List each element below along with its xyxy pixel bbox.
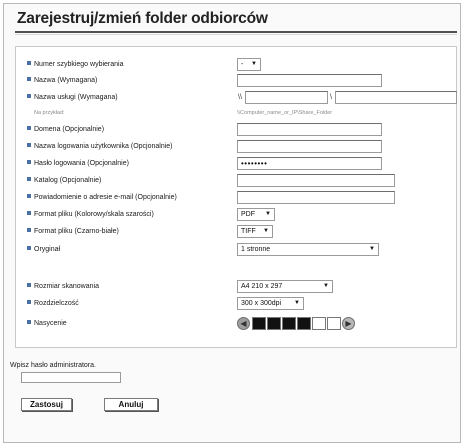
speed-dial-label: Numer szybkiego wybierania (27, 61, 123, 68)
saturation-increase-icon[interactable]: ▶ (342, 317, 355, 330)
bullet-icon (27, 77, 31, 81)
bullet-icon (27, 228, 31, 232)
scan-size-value: A4 210 x 297 (241, 283, 283, 290)
saturation-level-box[interactable] (327, 317, 341, 330)
directory-label: Katalog (Opcjonalnie) (27, 177, 101, 184)
row-speed-dial: Numer szybkiego wybierania - ▼ (16, 58, 456, 72)
bullet-icon (27, 300, 31, 304)
bullet-icon (27, 94, 31, 98)
name-input[interactable] (237, 74, 382, 87)
bullet-icon (27, 283, 31, 287)
name-label: Nazwa (Wymagana) (27, 77, 97, 84)
service-share-input[interactable] (335, 91, 457, 104)
service-host-input[interactable] (245, 91, 328, 104)
resolution-label: Rozdzielczość (27, 300, 79, 307)
domain-label: Domena (Opcjonalnie) (27, 126, 104, 133)
row-login-user: Nazwa logowania użytkownika (Opcjonalnie… (16, 140, 456, 154)
apply-button[interactable]: Zastosuj (21, 398, 72, 411)
example-value: \\Computer_name_or_IP\Share_Folder (237, 110, 333, 116)
speed-dial-select[interactable]: - ▼ (237, 58, 261, 71)
cancel-button[interactable]: Anuluj (104, 398, 158, 411)
saturation-level-box[interactable] (312, 317, 326, 330)
chevron-down-icon: ▼ (265, 211, 271, 217)
form-panel: Numer szybkiego wybierania - ▼ Nazwa (Wym… (15, 46, 457, 348)
email-notify-label: Powiadomienie o adresie e-mail (Opcjonal… (27, 194, 177, 201)
format-color-label: Format pliku (Kolorowy/skala szarości) (27, 211, 154, 218)
row-service-example: Na przykład: \\Computer_name_or_IP\Share… (16, 107, 456, 121)
row-name: Nazwa (Wymagana) (16, 74, 456, 88)
saturation-label: Nasycenie (27, 320, 67, 327)
email-notify-input[interactable] (237, 191, 395, 204)
bullet-icon (27, 126, 31, 130)
chevron-down-icon: ▼ (294, 300, 300, 306)
resolution-value: 300 x 300dpi (241, 300, 282, 307)
row-login-password: Hasło logowania (Opcjonalnie) •••••••• (16, 157, 456, 171)
saturation-level-box[interactable] (297, 317, 311, 330)
speed-dial-value: - (241, 61, 244, 68)
row-scan-size: Rozmiar skanowania A4 210 x 297 ▼ (16, 280, 456, 294)
admin-password-input[interactable] (21, 372, 121, 383)
resolution-select[interactable]: 300 x 300dpi ▼ (237, 297, 304, 310)
bullet-icon (27, 246, 31, 250)
row-resolution: Rozdzielczość 300 x 300dpi ▼ (16, 297, 456, 311)
example-label: Na przykład: (34, 110, 65, 116)
chevron-down-icon: ▼ (369, 246, 375, 252)
title-divider-shadow (15, 34, 457, 35)
bullet-icon (27, 143, 31, 147)
row-domain: Domena (Opcjonalnie) (16, 123, 456, 137)
bullet-icon (27, 211, 31, 215)
chevron-down-icon: ▼ (251, 61, 257, 67)
bullet-icon (27, 320, 31, 324)
scan-size-label: Rozmiar skanowania (27, 283, 99, 290)
chevron-down-icon: ▼ (263, 228, 269, 234)
original-value: 1 stronne (241, 246, 271, 253)
chevron-down-icon: ▼ (323, 283, 329, 289)
bullet-icon (27, 194, 31, 198)
login-password-label: Hasło logowania (Opcjonalnie) (27, 160, 129, 167)
saturation-level-box[interactable] (282, 317, 296, 330)
saturation-decrease-icon[interactable]: ◀ (237, 317, 250, 330)
unc-prefix: \\ (238, 94, 242, 101)
bullet-icon (27, 177, 31, 181)
original-label: Oryginał (27, 246, 60, 253)
domain-input[interactable] (237, 123, 382, 136)
directory-input[interactable] (237, 174, 395, 187)
login-user-input[interactable] (237, 140, 382, 153)
login-password-input[interactable]: •••••••• (237, 157, 382, 170)
row-service-name: Nazwa usługi (Wymagana) \\ \ (16, 91, 457, 105)
service-name-label: Nazwa usługi (Wymagana) (27, 94, 118, 101)
row-format-bw: Format pliku (Czarno-białe) TIFF ▼ (16, 225, 456, 239)
title-divider (15, 31, 457, 33)
original-select[interactable]: 1 stronne ▼ (237, 243, 379, 256)
scan-size-select[interactable]: A4 210 x 297 ▼ (237, 280, 333, 293)
bullet-icon (27, 160, 31, 164)
row-directory: Katalog (Opcjonalnie) (16, 174, 456, 188)
login-user-label: Nazwa logowania użytkownika (Opcjonalnie… (27, 143, 173, 150)
row-format-color: Format pliku (Kolorowy/skala szarości) P… (16, 208, 456, 222)
saturation-control: ◀ ▶ (237, 317, 357, 331)
row-original: Oryginał 1 stronne ▼ (16, 243, 456, 257)
format-color-select[interactable]: PDF ▼ (237, 208, 275, 221)
format-bw-select[interactable]: TIFF ▼ (237, 225, 273, 238)
format-color-value: PDF (241, 211, 255, 218)
page-title: Zarejestruj/zmień folder odbiorców (17, 10, 268, 27)
row-email-notify: Powiadomienie o adresie e-mail (Opcjonal… (16, 191, 456, 205)
saturation-level-box[interactable] (267, 317, 281, 330)
row-saturation: Nasycenie ◀ ▶ (16, 317, 456, 331)
bullet-icon (27, 61, 31, 65)
admin-password-label: Wpisz hasło administratora. (10, 362, 96, 369)
unc-separator: \ (330, 94, 332, 101)
format-bw-label: Format pliku (Czarno-białe) (27, 228, 119, 235)
format-bw-value: TIFF (241, 228, 256, 235)
saturation-level-box[interactable] (252, 317, 266, 330)
